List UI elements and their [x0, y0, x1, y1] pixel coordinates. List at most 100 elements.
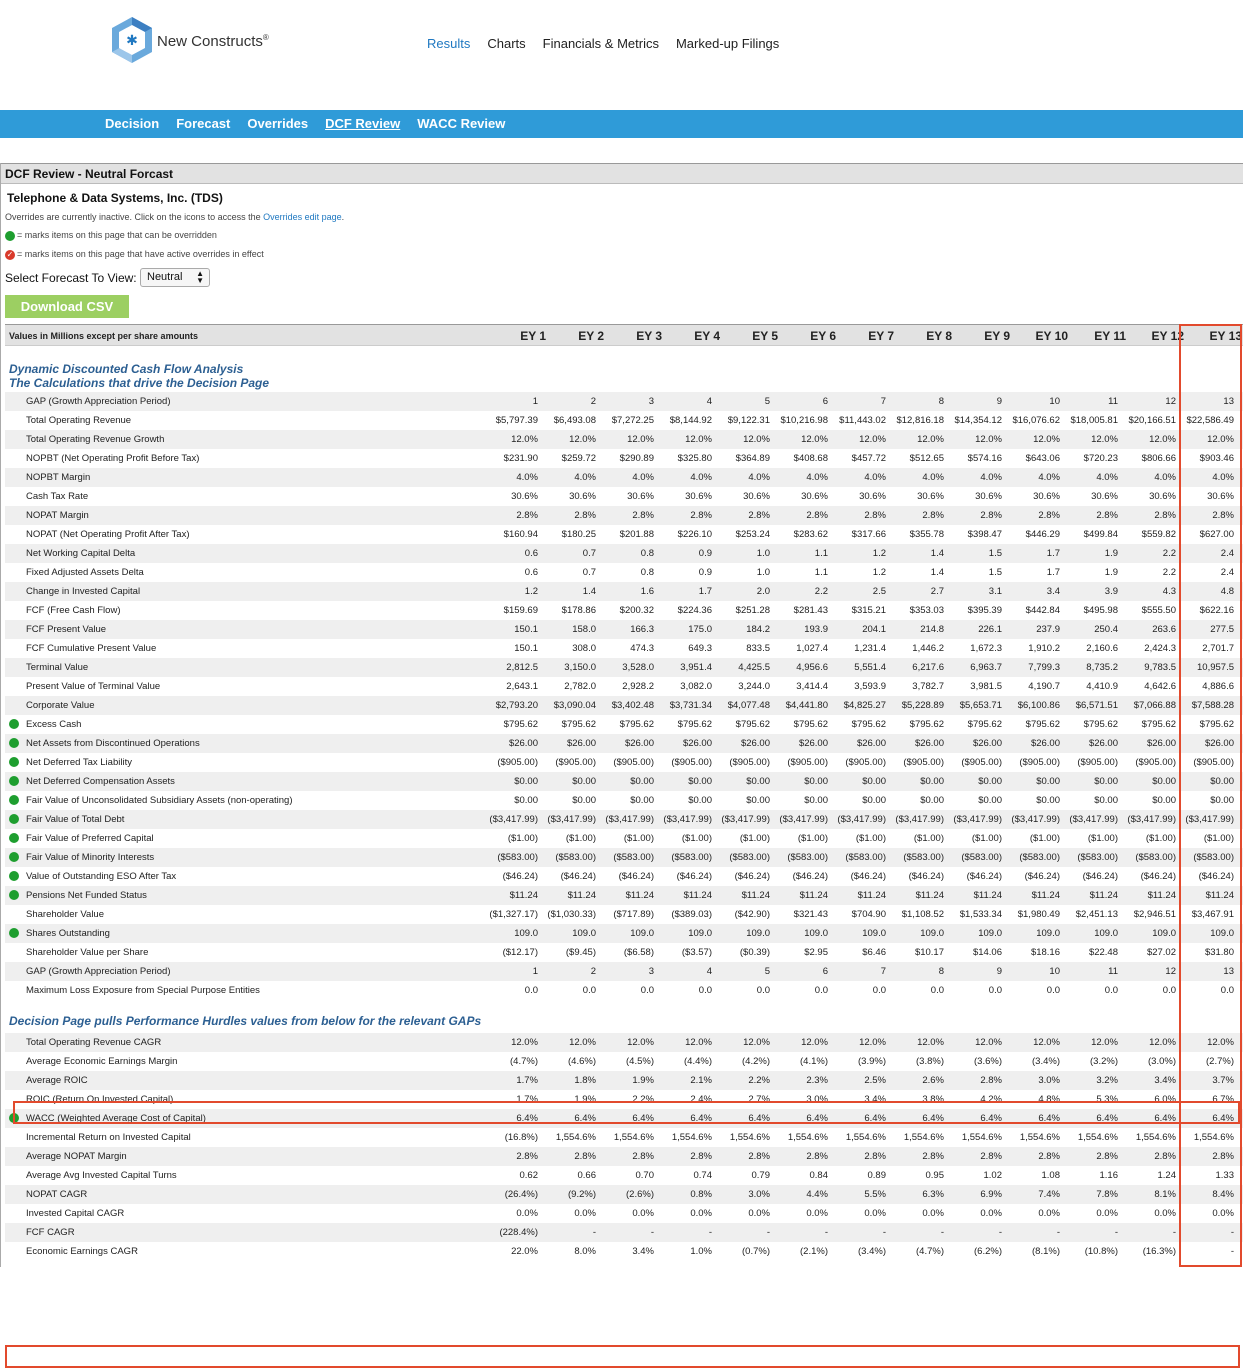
table-cell: 11	[1108, 396, 1118, 407]
override-dot-icon[interactable]	[9, 814, 19, 824]
new-constructs-logo-icon[interactable]: ✱	[108, 15, 156, 65]
row-label: Average Avg Invested Capital Turns	[26, 1170, 177, 1181]
override-dot-icon[interactable]	[9, 871, 19, 881]
override-dot-icon[interactable]	[9, 757, 19, 767]
row-label: Incremental Return on Invested Capital	[26, 1132, 191, 1143]
table-cell: $200.32	[619, 605, 654, 616]
forecast-select[interactable]: Neutral ▲ ▼	[140, 268, 210, 287]
table-cell: 1.8%	[574, 1075, 596, 1086]
table-cell: 1,231.4	[854, 643, 886, 654]
table-row: Total Operating Revenue Growth 12.0% 12.0%…	[5, 430, 1243, 449]
table-cell: 1.2	[524, 586, 538, 597]
table-cell: $11.24	[1089, 890, 1118, 901]
override-dot-icon[interactable]	[9, 719, 19, 729]
table-cell: 3.4%	[1154, 1075, 1176, 1086]
table-cell: $10,216.98	[780, 415, 828, 426]
table-cell: 2.8%	[632, 510, 654, 521]
table-cell: ($3,417.99)	[779, 814, 828, 825]
table-cell: 1	[532, 966, 538, 977]
table-cell: $795.62	[851, 719, 886, 730]
brand-name[interactable]: New Constructs®	[157, 33, 269, 50]
table-cell: 0.8	[640, 567, 654, 578]
sub-nav-item-dcf-review[interactable]: DCF Review	[325, 116, 400, 131]
table-cell: 30.6%	[801, 491, 828, 502]
table-cell: 0.0%	[516, 1208, 538, 1219]
sub-nav-item-overrides[interactable]: Overrides	[247, 116, 308, 131]
override-dot-icon[interactable]	[9, 890, 19, 900]
overrides-note: Overrides are currently inactive. Click …	[5, 212, 345, 222]
table-cell: ($583.00)	[1019, 852, 1060, 863]
row-label: NOPAT (Net Operating Profit After Tax)	[26, 529, 190, 540]
units-label: Values in Millions except per share amou…	[9, 331, 199, 341]
table-cell: ($46.24)	[908, 871, 944, 882]
table-cell: $160.94	[503, 529, 538, 540]
table-cell: $0.00	[630, 776, 654, 787]
override-dot-icon[interactable]	[9, 852, 19, 862]
overrides-edit-link[interactable]: Overrides edit page	[263, 212, 342, 222]
section-title-line: The Calculations that drive the Decision…	[9, 376, 270, 390]
table-cell: 2.5%	[864, 1075, 886, 1086]
table-cell: 1.9	[1104, 567, 1118, 578]
table-cell: 1,554.6%	[961, 1132, 1002, 1143]
table-cell: $8,144.92	[669, 415, 712, 426]
table-cell: $457.72	[851, 453, 886, 464]
table-row: Economic Earnings CAGR 22.0% 8.0% 3.4% 1.0% (…	[5, 1242, 1243, 1261]
table-cell: $795.62	[909, 719, 944, 730]
download-csv-button[interactable]: Download CSV	[5, 295, 129, 318]
table-row: Net Deferred Tax Liability ($905.00) ($905…	[5, 753, 1243, 772]
top-nav-item-results[interactable]: Results	[427, 36, 470, 51]
table-cell: 30.6%	[1149, 491, 1176, 502]
table-cell: ($3,417.99)	[721, 814, 770, 825]
override-dot-icon[interactable]	[9, 928, 19, 938]
override-dot-icon[interactable]	[9, 833, 19, 843]
table-cell: (228.4%)	[499, 1227, 538, 1238]
table-cell: ($583.00)	[903, 852, 944, 863]
top-nav-item-marked-up-filings[interactable]: Marked-up Filings	[676, 36, 779, 51]
sub-nav-item-decision[interactable]: Decision	[105, 116, 159, 131]
table-cell: 0.7	[582, 567, 596, 578]
table-cell: ($3,417.99)	[895, 814, 944, 825]
top-nav-item-financials-metrics[interactable]: Financials & Metrics	[543, 36, 659, 51]
table-cell: 12.0%	[1149, 434, 1176, 445]
table-cell: $14,354.12	[954, 415, 1002, 426]
table-cell: 12.0%	[1033, 1037, 1060, 1048]
table-cell: 3,782.7	[912, 681, 944, 692]
table-cell: $7,272.25	[611, 415, 654, 426]
table-cell: (4.7%)	[916, 1246, 944, 1257]
override-dot-icon[interactable]	[9, 795, 19, 805]
row-label: Average NOPAT Margin	[26, 1151, 127, 1162]
table-row: Cash Tax Rate 30.6% 30.6% 30.6% 30.6% 30.6% 30…	[5, 487, 1243, 506]
table-cell: 4	[706, 966, 712, 977]
table-cell: (3.0%)	[1148, 1056, 1176, 1067]
sub-nav-item-wacc-review[interactable]: WACC Review	[417, 116, 505, 131]
table-row: Average Avg Invested Capital Turns 0.62 0.…	[5, 1166, 1243, 1185]
table-cell: 12.0%	[1033, 434, 1060, 445]
table-cell: ($583.00)	[845, 852, 886, 863]
table-cell: 5	[764, 396, 770, 407]
table-cell: $18.16	[1030, 947, 1060, 958]
top-nav-item-charts[interactable]: Charts	[487, 36, 525, 51]
row-label: Net Assets from Discontinued Operations	[26, 738, 200, 749]
table-cell: $11.24	[509, 890, 538, 901]
table-row: Average ROIC 1.7% 1.8% 1.9% 2.1% 2.2% 2.3% 2.5%…	[5, 1071, 1243, 1090]
table-cell: $6,100.86	[1017, 700, 1060, 711]
table-cell: 12.0%	[743, 1037, 770, 1048]
table-cell: 2.7	[930, 586, 944, 597]
table-row: Pensions Net Funded Status $11.24 $11.24 $1…	[5, 886, 1243, 905]
table-cell: 2.8%	[1154, 510, 1176, 521]
column-header: EY 6	[810, 329, 836, 343]
table-cell: 4.0%	[1154, 472, 1176, 483]
table-cell: $0.00	[804, 795, 828, 806]
row-label: NOPBT Margin	[26, 472, 91, 483]
override-dot-icon[interactable]	[9, 738, 19, 748]
table-cell: 3,951.4	[680, 662, 712, 673]
sub-nav-item-forecast[interactable]: Forecast	[176, 116, 230, 131]
override-dot-icon[interactable]	[9, 776, 19, 786]
table-cell: 3.2%	[1096, 1075, 1118, 1086]
table-cell: (3.2%)	[1090, 1056, 1118, 1067]
table-cell: 2.8%	[922, 1151, 944, 1162]
table-cell: $11.24	[1031, 890, 1060, 901]
table-cell: ($1.00)	[971, 833, 1002, 844]
table-cell: 2,782.0	[564, 681, 596, 692]
table-cell: ($905.00)	[671, 757, 712, 768]
